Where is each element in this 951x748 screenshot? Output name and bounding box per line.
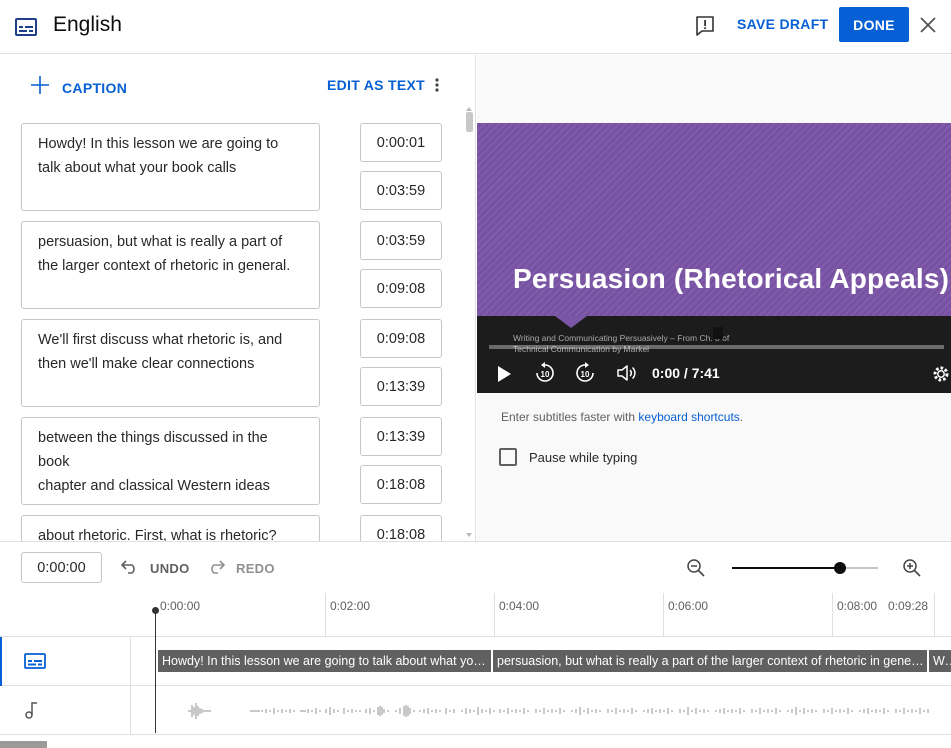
keyboard-shortcuts-link[interactable]: keyboard shortcuts xyxy=(638,410,739,424)
caption-row: We'll first discuss what rhetoric is, an… xyxy=(21,319,442,407)
mouse-cursor xyxy=(713,327,723,339)
undo-button[interactable]: UNDO xyxy=(120,558,189,579)
slide-subtitle-line: Writing and Communicating Persuasively –… xyxy=(513,333,730,343)
gear-icon[interactable] xyxy=(931,364,951,389)
subtitle-block[interactable]: persuasion, but what is really a part of… xyxy=(493,650,929,672)
save-draft-button[interactable]: SAVE DRAFT xyxy=(737,16,828,32)
caption-end-time[interactable]: 0:13:39 xyxy=(360,367,442,406)
plus-icon xyxy=(30,75,50,100)
caption-row: between the things discussed in the book… xyxy=(21,417,442,505)
zoom-slider[interactable] xyxy=(732,562,878,574)
caption-row: Howdy! In this lesson we are going to ta… xyxy=(21,123,442,211)
hint-text: Enter subtitles faster with xyxy=(501,410,639,424)
timeline-toolbar: 0:00:00 UNDO REDO xyxy=(0,541,951,593)
svg-text:10: 10 xyxy=(541,370,550,379)
caption-row: persuasion, but what is really a part of… xyxy=(21,221,442,309)
caption-text-field[interactable]: between the things discussed in the book… xyxy=(21,417,320,505)
slide-title: Persuasion (Rhetorical Appeals) xyxy=(513,263,950,294)
pause-while-typing-label: Pause while typing xyxy=(529,449,638,465)
caption-end-time[interactable]: 0:03:59 xyxy=(360,171,442,210)
scroll-up-arrow[interactable] xyxy=(466,107,472,111)
language-title: English xyxy=(53,13,122,36)
timeline-scrollbar-thumb[interactable] xyxy=(0,741,47,748)
caption-row: about rhetoric. First, what is rhetoric?… xyxy=(21,515,442,541)
feedback-icon[interactable] xyxy=(694,14,716,43)
play-icon[interactable] xyxy=(495,364,513,389)
subtitle-track: Howdy! In this lesson we are going to ta… xyxy=(0,637,951,686)
shortcut-hint: Enter subtitles faster with keyboard sho… xyxy=(501,410,743,424)
audio-track-label xyxy=(0,686,131,735)
caption-end-time[interactable]: 0:18:08 xyxy=(360,465,442,504)
subtitle-block[interactable]: We'll first discuss what rhetoric is, an… xyxy=(929,650,951,672)
caption-list-panel: CAPTION EDIT AS TEXT Howdy! In this less… xyxy=(0,55,476,541)
editor-header: English SAVE DRAFT DONE xyxy=(0,0,951,54)
caption-start-time[interactable]: 0:13:39 xyxy=(360,417,442,456)
playhead-handle[interactable] xyxy=(152,607,159,614)
ruler-tick xyxy=(934,593,935,637)
ruler-tick-label: 0:06:00 xyxy=(668,599,709,613)
current-time-field[interactable]: 0:00:00 xyxy=(21,552,102,583)
replay-10-icon[interactable]: 10 xyxy=(534,361,556,390)
ruler-tick xyxy=(832,593,833,637)
caption-text-field[interactable]: We'll first discuss what rhetoric is, an… xyxy=(21,319,320,407)
ruler-tick xyxy=(494,593,495,637)
audio-waveform xyxy=(188,703,929,719)
caption-start-time[interactable]: 0:03:59 xyxy=(360,221,442,260)
add-caption-label: CAPTION xyxy=(62,79,128,96)
zoom-slider-fill xyxy=(732,567,841,569)
caption-toolbar: CAPTION EDIT AS TEXT xyxy=(0,55,475,113)
ruler-tick-label: 0:00:00 xyxy=(160,599,201,613)
forward-10-icon[interactable]: 10 xyxy=(574,361,596,390)
hint-suffix: . xyxy=(739,410,744,424)
ruler-tick xyxy=(663,593,664,637)
redo-icon xyxy=(206,558,226,579)
edit-as-text-button[interactable]: EDIT AS TEXT xyxy=(327,77,425,93)
player-controls: 10 10 0:00 / 7:41 xyxy=(477,359,951,391)
pause-while-typing: Pause while typing xyxy=(499,448,637,466)
zoom-in-icon[interactable] xyxy=(902,558,922,583)
more-vert-icon[interactable] xyxy=(434,77,440,98)
slide-notch xyxy=(555,316,587,328)
subtitle-track-label xyxy=(0,637,131,686)
close-icon[interactable] xyxy=(919,16,937,39)
subtitles-icon xyxy=(14,15,38,44)
zoom-out-icon[interactable] xyxy=(686,558,706,583)
done-button[interactable]: DONE xyxy=(839,7,909,42)
caption-text-field[interactable]: persuasion, but what is really a part of… xyxy=(21,221,320,309)
redo-button[interactable]: REDO xyxy=(206,558,275,579)
ruler-tick xyxy=(325,593,326,637)
caption-list-scrollbar[interactable] xyxy=(464,107,474,541)
zoom-slider-handle[interactable] xyxy=(834,562,847,574)
add-caption-button[interactable]: CAPTION xyxy=(30,75,127,100)
timeline-ruler[interactable]: 0:00:00 0:02:00 0:04:00 0:06:00 0:08:00 … xyxy=(0,593,951,637)
ruler-tick-label: 0:08:00 xyxy=(837,599,878,613)
ruler-tick-label: 0:02:00 xyxy=(330,599,371,613)
subtitles-icon xyxy=(24,651,46,676)
timeline-playhead[interactable] xyxy=(155,607,156,733)
redo-label: REDO xyxy=(236,561,275,576)
caption-end-time[interactable]: 0:09:08 xyxy=(360,269,442,308)
caption-start-time[interactable]: 0:00:01 xyxy=(360,123,442,162)
caption-text-field[interactable]: about rhetoric. First, what is rhetoric? xyxy=(21,515,320,541)
undo-icon xyxy=(120,558,140,579)
svg-text:10: 10 xyxy=(581,370,590,379)
caption-start-time[interactable]: 0:09:08 xyxy=(360,319,442,358)
volume-icon[interactable] xyxy=(616,363,638,388)
ruler-tick-label: 0:09:28 xyxy=(888,599,929,613)
scroll-down-arrow[interactable] xyxy=(466,533,472,537)
audio-track xyxy=(0,686,951,735)
pause-while-typing-checkbox[interactable] xyxy=(499,448,517,466)
video-player[interactable]: Persuasion (Rhetorical Appeals) Writing … xyxy=(477,123,951,393)
video-progress-bar[interactable] xyxy=(489,345,944,349)
undo-label: UNDO xyxy=(150,561,190,576)
video-timecode: 0:00 / 7:41 xyxy=(652,365,720,381)
caption-text-field[interactable]: Howdy! In this lesson we are going to ta… xyxy=(21,123,320,211)
ruler-tick-label: 0:04:00 xyxy=(499,599,540,613)
subtitle-block[interactable]: Howdy! In this lesson we are going to ta… xyxy=(158,650,493,672)
caption-start-time[interactable]: 0:18:08 xyxy=(360,515,442,541)
video-panel: Persuasion (Rhetorical Appeals) Writing … xyxy=(477,55,951,541)
scrollbar-thumb[interactable] xyxy=(466,112,473,132)
music-note-icon xyxy=(22,700,42,725)
